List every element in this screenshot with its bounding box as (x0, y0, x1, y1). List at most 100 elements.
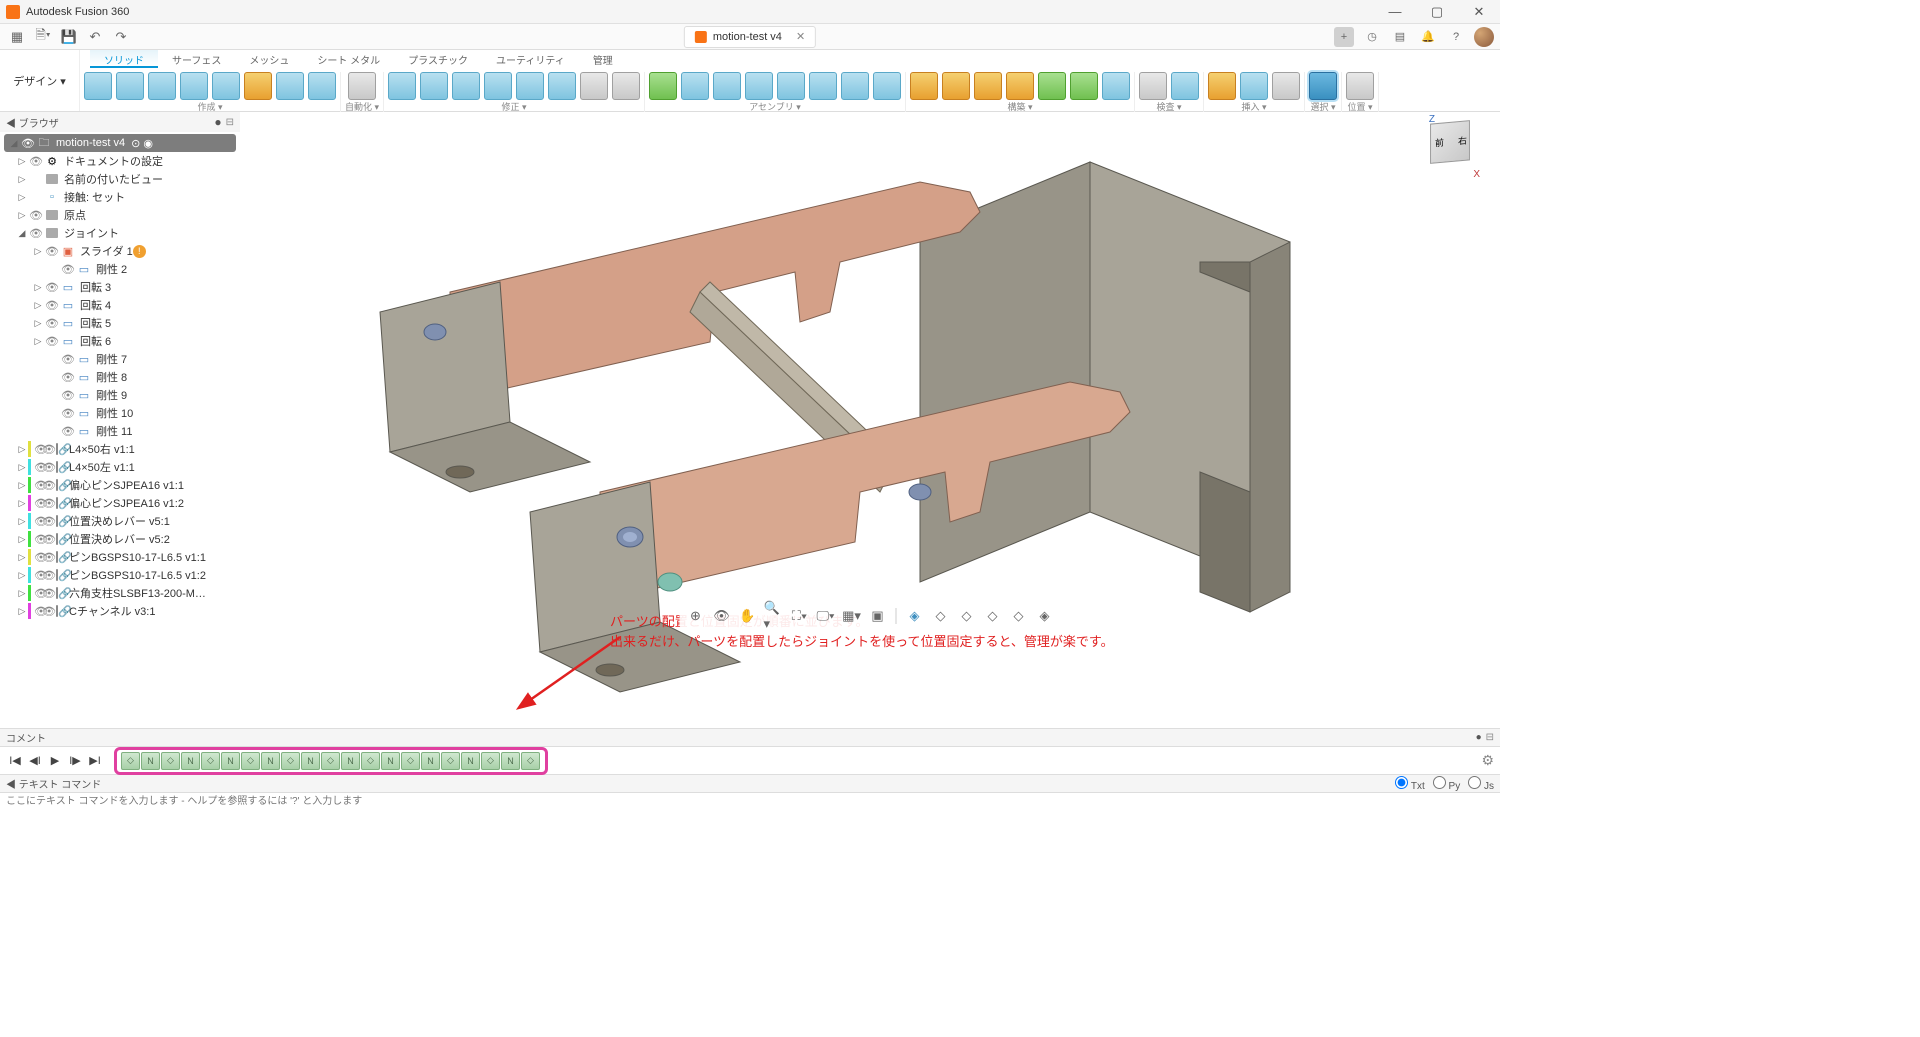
align-icon[interactable] (612, 72, 640, 100)
mode-txt[interactable]: Txt (1395, 776, 1425, 792)
component-icon[interactable] (649, 72, 677, 100)
next-icon[interactable]: I▶ (66, 752, 84, 770)
ribbon-tab-surface[interactable]: サーフェス (158, 50, 235, 68)
tree-row[interactable]: ▷👁👁 🔗偏心ピンSJPEA16 v1:2 (0, 494, 240, 512)
ribbon-tab-utility[interactable]: ユーティリティ (482, 50, 579, 68)
close-button[interactable]: ✕ (1464, 4, 1494, 20)
fit-icon[interactable]: ⛶▾ (790, 606, 810, 626)
timeline-step[interactable]: ◇ (401, 752, 420, 770)
comment-toggle-icon[interactable]: ● (1476, 732, 1482, 743)
inspect-icon[interactable] (1171, 72, 1199, 100)
asbuilt-icon[interactable] (713, 72, 741, 100)
tree-row[interactable]: ▷👁▭回転 5 (0, 314, 240, 332)
visibility-icon[interactable]: 👁 (60, 353, 76, 366)
tree-row[interactable]: ▷名前の付いたビュー (0, 170, 240, 188)
tree-row[interactable]: ▷👁👁 🔗偏心ピンSJPEA16 v1:1 (0, 476, 240, 494)
expand-icon[interactable]: ▷ (16, 174, 28, 185)
rigid-icon[interactable] (777, 72, 805, 100)
display-icon[interactable]: 🖵▾ (816, 606, 836, 626)
zoom-icon[interactable]: 🔍▾ (764, 606, 784, 626)
tab-close-icon[interactable]: ✕ (796, 30, 805, 43)
draft-icon[interactable] (516, 72, 544, 100)
visibility-icon[interactable]: 👁 (60, 371, 76, 384)
pan-icon[interactable]: ✋ (738, 606, 758, 626)
expand-icon[interactable]: ▷ (32, 318, 44, 329)
expand-icon[interactable]: ▷ (16, 192, 28, 203)
help-icon[interactable]: ? (1446, 27, 1466, 47)
extrude-icon[interactable] (116, 72, 144, 100)
expand-icon[interactable]: ▷ (16, 462, 28, 473)
chamfer-icon[interactable] (452, 72, 480, 100)
look-icon[interactable]: 👁 (712, 606, 732, 626)
visibility-icon[interactable]: 👁 (28, 209, 44, 222)
expand-icon[interactable]: ◢ (8, 138, 20, 149)
timeline-step[interactable]: N (461, 752, 480, 770)
joint-icon[interactable] (681, 72, 709, 100)
point-icon[interactable] (974, 72, 1002, 100)
tree-row[interactable]: ▷👁👁 🔗Cチャンネル v3:1 (0, 602, 240, 620)
shell-icon[interactable] (484, 72, 512, 100)
tree-row[interactable]: ▷👁👁 🔗位置決めレバー v5:2 (0, 530, 240, 548)
position-icon[interactable] (1346, 72, 1374, 100)
visibility-icon[interactable]: 👁 (44, 245, 60, 258)
expand-icon[interactable]: ▷ (16, 480, 28, 491)
insert-svg-icon[interactable] (1240, 72, 1268, 100)
viewport-icon[interactable]: ▣ (868, 606, 888, 626)
select-icon[interactable] (1309, 72, 1337, 100)
tree-row[interactable]: ◢👁ジョイント (0, 224, 240, 242)
visibility-icon[interactable]: 👁 (60, 263, 76, 276)
measure-icon[interactable] (1139, 72, 1167, 100)
visibility-icon[interactable]: 👁 (60, 407, 76, 420)
timeline-step[interactable]: ◇ (361, 752, 380, 770)
sweep-icon[interactable] (180, 72, 208, 100)
cube3-icon[interactable]: ◇ (957, 606, 977, 626)
visibility-icon[interactable]: 👁 (60, 425, 76, 438)
radio-icon[interactable]: ⊙ ◉ (131, 137, 153, 150)
timeline-step[interactable]: N (501, 752, 520, 770)
prev-icon[interactable]: ◀I (26, 752, 44, 770)
expand-icon[interactable]: ▷ (16, 498, 28, 509)
tree-row[interactable]: ▷👁👁 🔗L4×50右 v1:1 (0, 440, 240, 458)
timeline-step[interactable]: N (381, 752, 400, 770)
expand-icon[interactable]: ▷ (16, 444, 28, 455)
timeline-settings-icon[interactable]: ⚙ (1481, 752, 1494, 769)
new-tab-button[interactable]: + (1334, 27, 1354, 47)
visibility-icon[interactable]: 👁 (20, 137, 36, 150)
plane-icon[interactable] (910, 72, 938, 100)
redo-icon[interactable]: ↷ (110, 26, 132, 48)
ribbon-tab-sheetmetal[interactable]: シート メタル (303, 50, 394, 68)
expand-icon[interactable]: ▷ (16, 534, 28, 545)
axis-icon[interactable] (942, 72, 970, 100)
tree-row[interactable]: 👁▭剛性 9 (0, 386, 240, 404)
expand-icon[interactable]: ▷ (16, 606, 28, 617)
tree-row[interactable]: ▷👁👁 🔗ピンBGSPS10-17-L6.5 v1:1 (0, 548, 240, 566)
tree-row[interactable]: ▷▫接触: セット (0, 188, 240, 206)
visibility-icon[interactable]: 👁 (28, 155, 44, 168)
first-icon[interactable]: I◀ (6, 752, 24, 770)
timeline-step[interactable]: ◇ (161, 752, 180, 770)
ribbon-tab-plastic[interactable]: プラスチック (394, 50, 482, 68)
browser-toggle-icon[interactable]: ● (214, 115, 221, 129)
move-icon[interactable] (580, 72, 608, 100)
play-icon[interactable]: ▶ (46, 752, 64, 770)
tree-row[interactable]: ▷👁▭回転 6 (0, 332, 240, 350)
timeline-step[interactable]: N (141, 752, 160, 770)
plane5-icon[interactable] (1102, 72, 1130, 100)
apps-icon[interactable]: ▦ (6, 26, 28, 48)
tree-root[interactable]: ◢ 👁 🗀 motion-test v4 ⊙ ◉ (4, 134, 236, 152)
mode-py[interactable]: Py (1433, 776, 1460, 792)
undo-icon[interactable]: ↶ (84, 26, 106, 48)
extensions-icon[interactable]: ◷ (1362, 27, 1382, 47)
ribbon-tab-solid[interactable]: ソリッド (90, 50, 158, 68)
tree-row[interactable]: ▷👁▣スライダ 1 ! (0, 242, 240, 260)
tree-row[interactable]: 👁▭剛性 2 (0, 260, 240, 278)
tree-row[interactable]: 👁▭剛性 11 (0, 422, 240, 440)
timeline-step[interactable]: ◇ (121, 752, 140, 770)
expand-icon[interactable]: ▷ (16, 588, 28, 599)
text-command-input[interactable] (0, 792, 1500, 810)
loft-icon[interactable] (212, 72, 240, 100)
timeline-step[interactable]: N (221, 752, 240, 770)
insert-image-icon[interactable] (1272, 72, 1300, 100)
tree-row[interactable]: ▷👁⚙ドキュメントの設定 (0, 152, 240, 170)
joint-origin-icon[interactable] (745, 72, 773, 100)
